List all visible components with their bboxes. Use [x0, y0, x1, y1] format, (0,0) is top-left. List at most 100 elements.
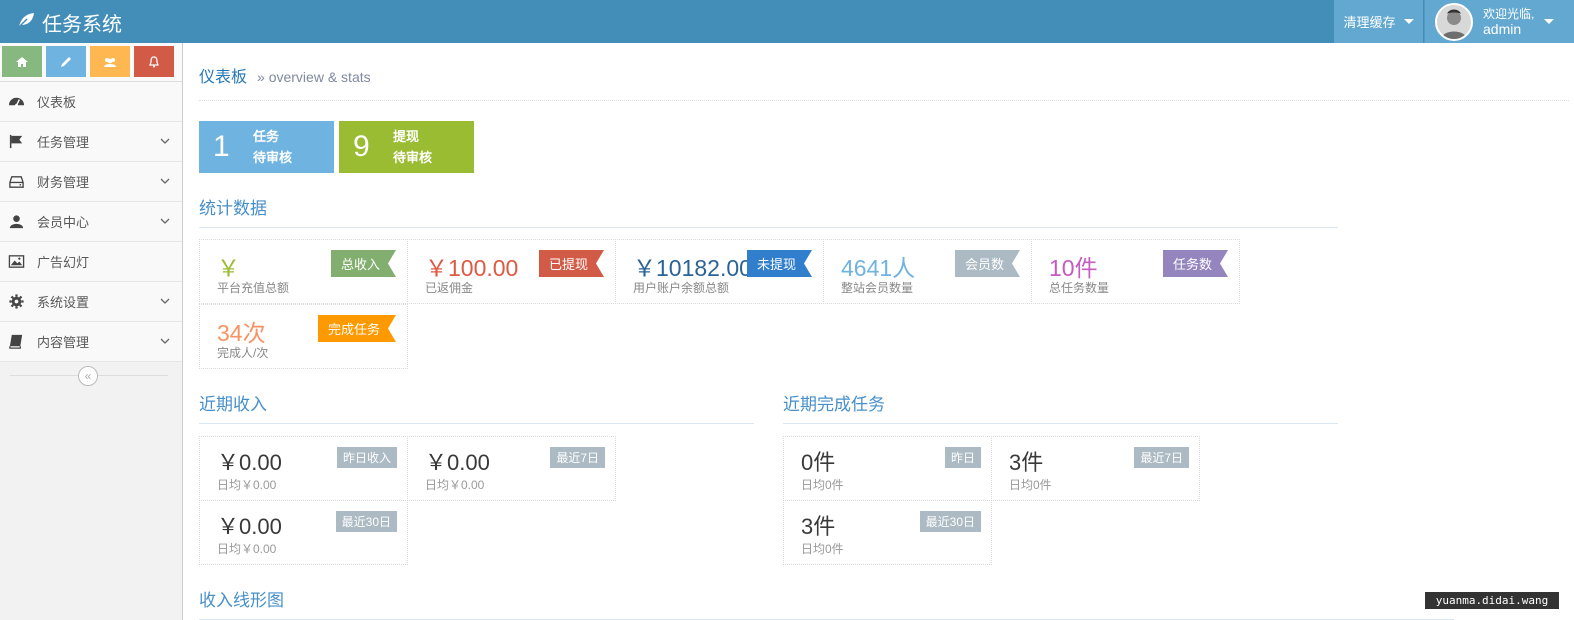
stat-value: 10件 [1049, 255, 1098, 281]
stats-section-title: 统计数据 [199, 194, 1338, 228]
income-value: ￥0.00 [425, 450, 490, 475]
stat-badge: 总收入 [331, 250, 396, 277]
stat-value: 34次 [217, 320, 266, 346]
brand[interactable]: 任务系统 [16, 8, 122, 37]
collapse-sidebar-button[interactable]: « [78, 366, 98, 386]
book-icon [7, 333, 25, 351]
stat-value: ￥ [217, 255, 240, 281]
pending-tasks-box[interactable]: 1 任务 待审核 [199, 121, 334, 173]
daily-average: 日均￥0.00 [425, 478, 485, 492]
page-title: 仪表板 [199, 69, 248, 86]
sidebar-item-dashboard[interactable]: 仪表板 [0, 82, 182, 122]
pencil-icon [61, 56, 71, 67]
stat-badge: 任务数 [1163, 250, 1228, 277]
sidebar-item-label: 财务管理 [37, 175, 90, 190]
daily-average: 日均0件 [801, 542, 844, 556]
shortcut-notifications-button[interactable] [134, 46, 174, 77]
pending-withdrawals-box[interactable]: 9 提现 待审核 [339, 121, 474, 173]
cog-icon [7, 293, 25, 311]
sidebar-item-label: 任务管理 [37, 135, 90, 150]
chevron-down-icon [160, 298, 170, 304]
user-menu[interactable]: 欢迎光临, admin [1424, 0, 1574, 43]
dashboard-icon [7, 93, 25, 111]
brand-title: 任务系统 [42, 14, 122, 36]
shortcut-users-button[interactable] [90, 46, 130, 77]
leaf-icon [16, 10, 36, 36]
stat-desc: 平台充值总额 [217, 281, 290, 295]
sidebar-item-tasks[interactable]: 任务管理 [0, 122, 182, 162]
daily-average: 日均￥0.00 [217, 478, 277, 492]
home-icon [16, 56, 28, 67]
watermark: yuanma.didai.wang [1425, 592, 1559, 609]
income-card: ￥0.00 最近30日 日均￥0.00 [199, 500, 408, 565]
sidebar-item-label: 内容管理 [37, 335, 90, 350]
tasks-section-title: 近期完成任务 [783, 390, 1338, 424]
stat-desc: 完成人/次 [217, 346, 269, 360]
sidebar-item-label: 仪表板 [37, 95, 77, 110]
period-tag: 最近7日 [550, 447, 605, 468]
avatar [1435, 2, 1473, 41]
stat-card: 34次 完成人/次 完成任务 [199, 304, 408, 369]
users-icon [104, 57, 116, 67]
sidebar-item-content[interactable]: 内容管理 [0, 322, 182, 362]
daily-average: 日均0件 [801, 478, 844, 492]
stat-badge: 未提现 [747, 250, 812, 277]
stat-desc: 总任务数量 [1049, 281, 1110, 295]
income-value: ￥0.00 [217, 514, 282, 539]
task-card: 3件 最近7日 日均0件 [991, 436, 1200, 501]
pending-label: 提现 [393, 129, 420, 144]
chevron-down-icon [160, 218, 170, 224]
pending-count: 1 [213, 130, 230, 163]
stat-desc: 整站会员数量 [841, 281, 914, 295]
shortcut-edit-button[interactable] [46, 46, 86, 77]
task-value: 3件 [801, 514, 836, 539]
pending-status: 待审核 [253, 150, 293, 165]
period-tag: 最近30日 [335, 511, 397, 532]
period-tag: 最近7日 [1134, 447, 1189, 468]
stat-card: ￥10182.00 用户账户余额总额 未提现 [615, 239, 824, 304]
pending-status: 待审核 [393, 150, 433, 165]
chevron-down-icon [160, 138, 170, 144]
stat-card: ￥100.00 已返佣金 已提现 [407, 239, 616, 304]
welcome-text: 欢迎光临, [1483, 6, 1535, 21]
stat-value: 4641人 [841, 255, 916, 281]
income-value: ￥0.00 [217, 450, 282, 475]
pending-count: 9 [353, 130, 370, 163]
task-card: 0件 昨日 日均0件 [783, 436, 992, 501]
pending-label: 任务 [253, 129, 280, 144]
sidebar-item-label: 广告幻灯 [37, 255, 90, 270]
task-value: 3件 [1009, 450, 1044, 475]
period-tag: 最近30日 [919, 511, 981, 532]
daily-average: 日均￥0.00 [217, 542, 277, 556]
sidebar-collapse: « [0, 362, 182, 388]
sidebar-item-settings[interactable]: 系统设置 [0, 282, 182, 322]
bell-icon [149, 55, 159, 67]
double-left-icon: « [84, 369, 92, 383]
main-content: 仪表板» overview & stats 1 任务 待审核 9 提现 待审核 … [184, 43, 1574, 620]
sidebar-item-ads[interactable]: 广告幻灯 [0, 242, 182, 282]
shortcut-home-button[interactable] [2, 46, 42, 77]
username: admin [1483, 20, 1522, 37]
stat-card: 4641人 整站会员数量 会员数 [823, 239, 1032, 304]
sidebar-item-label: 系统设置 [37, 295, 90, 310]
stat-card: ￥ 平台充值总额 总收入 [199, 239, 408, 304]
sidebar-shortcuts [0, 43, 182, 82]
sidebar-item-finance[interactable]: 财务管理 [0, 162, 182, 202]
income-chart-section-title: 收入线形图 [199, 586, 1454, 620]
clear-cache-button[interactable]: 清理缓存 [1334, 0, 1423, 43]
stat-desc: 用户账户余额总额 [633, 281, 730, 295]
income-card: ￥0.00 最近7日 日均￥0.00 [407, 436, 616, 501]
chevron-down-icon [160, 338, 170, 344]
task-card: 3件 最近30日 日均0件 [783, 500, 992, 565]
period-tag: 昨日收入 [336, 447, 397, 468]
sidebar-item-members[interactable]: 会员中心 [0, 202, 182, 242]
sidebar-item-label: 会员中心 [37, 215, 90, 230]
stat-desc: 已返佣金 [425, 281, 474, 295]
stat-value: ￥100.00 [425, 255, 519, 281]
income-card: ￥0.00 昨日收入 日均￥0.00 [199, 436, 408, 501]
clear-cache-label: 清理缓存 [1343, 15, 1396, 30]
stat-card: 10件 总任务数量 任务数 [1031, 239, 1240, 304]
user-info: 欢迎光临, admin [1483, 7, 1534, 37]
page-header: 仪表板 » overview & stats [199, 63, 1569, 101]
chevron-down-icon [160, 178, 170, 184]
